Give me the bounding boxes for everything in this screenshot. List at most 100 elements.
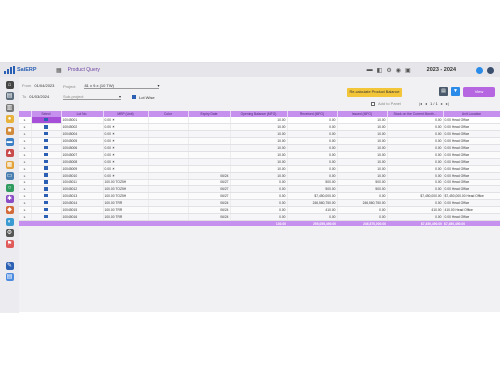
to-date-input[interactable]: 01/03/2024 (29, 94, 49, 99)
lot-wise-checkbox[interactable] (132, 95, 136, 99)
settings-icon[interactable]: ⚙ (386, 67, 391, 74)
check-icon[interactable] (44, 173, 48, 177)
report-icon[interactable]: ◆ (5, 206, 14, 215)
prev-page-icon[interactable]: ◂ (425, 101, 427, 106)
brand-logo[interactable]: SaiERP (0, 63, 50, 77)
select-checkbox[interactable] (31, 130, 62, 139)
table-row[interactable]: ▸ 10045008 0.00 ☀ 10.00 0.00 10.00 0.00 0.00 He… (19, 158, 500, 166)
expand-icon[interactable]: ▸ (19, 130, 32, 139)
chevron-right-icon[interactable]: ▸ (24, 153, 26, 157)
expand-icon[interactable]: ▸ (19, 185, 32, 194)
chevron-right-icon[interactable]: ▸ (24, 146, 26, 150)
select-checkbox[interactable] (31, 165, 62, 173)
filter-icon[interactable]: ▼ (451, 87, 460, 96)
gear-icon[interactable]: ✱ (5, 194, 14, 203)
select-checkbox[interactable] (31, 158, 62, 166)
sub-project-select[interactable]: Sub-project ▾ (63, 94, 121, 100)
table-row[interactable]: ▸ 10045016 100.00 TRR 06/24 0.00 0.00 0.00 0.00… (19, 213, 500, 221)
check-icon[interactable] (44, 117, 48, 122)
check-icon[interactable] (44, 200, 48, 205)
chevron-right-icon[interactable]: ▸ (24, 187, 26, 191)
doc-icon[interactable]: ▤ (5, 273, 14, 282)
view-button[interactable]: View (463, 87, 495, 97)
expand-icon[interactable]: ▸ (19, 158, 32, 166)
project-select[interactable]: 81 x 9.x (10 TW) ▾ (84, 83, 160, 89)
help-icon[interactable] (476, 66, 483, 74)
table-row[interactable]: ▸ 10045005 0.00 ☀ 10.00 0.00 10.00 0.00 0.00 He… (19, 137, 500, 146)
expand-icon[interactable]: ▸ (19, 199, 32, 208)
table-row[interactable]: ▸ 10045015 100.00 TRR 06/24 0.00 410.00 0.00 41… (19, 206, 500, 214)
chevron-right-icon[interactable]: ▸ (24, 118, 26, 122)
select-checkbox[interactable] (31, 206, 62, 214)
table-row[interactable]: ▸ 10045001 0.00 ☀ 10.00 0.00 10.00 0.00 0.00 He… (19, 117, 500, 125)
expand-icon[interactable]: ▸ (19, 165, 32, 173)
truck-icon[interactable]: ▭ (5, 172, 14, 181)
chevron-right-icon[interactable]: ▸ (24, 180, 26, 184)
table-row[interactable]: ▸ 10045010 0.00 ☀ 06/24 10.00 0.00 10.00 0.00 0.… (19, 172, 500, 180)
menu-grid-icon[interactable]: ▦ (56, 67, 62, 74)
user-circle-icon[interactable]: ◉ (396, 67, 401, 74)
select-checkbox[interactable] (31, 151, 62, 159)
table-row[interactable]: ▸ 10045009 0.00 ☀ 10.00 0.00 10.00 0.00 0.00 He… (19, 165, 500, 173)
home-icon[interactable]: ⌂ (5, 81, 14, 89)
chevron-right-icon[interactable]: ▸ (24, 194, 26, 198)
check-icon[interactable] (44, 166, 48, 170)
check-icon[interactable] (44, 131, 48, 136)
expand-icon[interactable]: ▸ (19, 137, 32, 146)
check-icon[interactable] (44, 125, 48, 129)
table-row[interactable]: ▸ 10045002 0.00 ☀ 10.00 0.00 10.00 0.00 0.00 He… (19, 123, 500, 132)
settings-icon[interactable]: ⚙ (5, 229, 14, 238)
expand-icon[interactable]: ▸ (19, 151, 32, 159)
layers-icon[interactable]: ◧ (377, 67, 383, 74)
chevron-right-icon[interactable]: ▸ (24, 125, 26, 129)
table-row[interactable]: ▸ 10045006 0.00 ☀ 10.00 0.00 10.00 0.00 0.00 He… (19, 144, 500, 152)
bank-icon[interactable]: ▥ (5, 103, 14, 112)
select-checkbox[interactable] (31, 144, 62, 152)
building-icon[interactable]: ▤ (5, 92, 14, 101)
expand-icon[interactable]: ▸ (19, 144, 32, 152)
table-row[interactable]: ▸ 10045011 100.00 TOZ5H 06/27 0.00 500.00 500.… (19, 179, 500, 187)
select-checkbox[interactable] (31, 192, 62, 201)
flag-icon[interactable]: ⚑ (5, 240, 14, 249)
tools-icon[interactable]: ✎ (5, 261, 14, 270)
select-checkbox[interactable] (31, 213, 62, 221)
expand-icon[interactable]: ▸ (19, 179, 32, 187)
chevron-right-icon[interactable]: ▸ (24, 139, 26, 143)
chevron-right-icon[interactable]: ▸ (24, 208, 26, 212)
chevron-right-icon[interactable]: ▸ (24, 201, 26, 205)
truck-icon[interactable]: ▬ (367, 67, 373, 73)
check-icon[interactable] (44, 180, 48, 184)
coins-icon[interactable]: ● (5, 115, 14, 124)
check-icon[interactable] (44, 187, 48, 191)
check-icon[interactable] (44, 214, 48, 219)
calendar-icon[interactable]: ▣ (405, 67, 411, 74)
last-page-icon[interactable]: ▸| (446, 101, 449, 106)
from-date-input[interactable]: 01/04/2023 (34, 83, 54, 88)
check-icon[interactable] (44, 152, 48, 157)
chevron-right-icon[interactable]: ▸ (24, 215, 26, 219)
chart-icon[interactable]: ▲ (5, 149, 14, 158)
calendar-icon[interactable]: ▦ (5, 160, 14, 169)
check-icon[interactable] (44, 138, 48, 143)
table-row[interactable]: ▸ 10045014 100.00 TRR 06/24 0.00 246,560,750.… (19, 199, 500, 208)
fiscal-year[interactable]: 2023 - 2024 (427, 67, 456, 73)
folder-icon[interactable]: ▬ (5, 137, 14, 146)
check-icon[interactable] (44, 145, 48, 150)
select-checkbox[interactable] (31, 137, 62, 146)
search-icon[interactable]: ○ (5, 183, 14, 192)
check-icon[interactable] (44, 207, 48, 212)
check-icon[interactable] (44, 193, 48, 198)
add-to-panel-checkbox[interactable] (371, 101, 375, 106)
select-checkbox[interactable] (31, 199, 62, 208)
select-checkbox[interactable] (31, 179, 62, 187)
table-row[interactable]: ▸ 10045012 100.00 TOZ5H 06/27 0.00 500.00 500.… (19, 185, 500, 194)
chevron-right-icon[interactable]: ▸ (24, 160, 26, 164)
check-icon[interactable] (44, 159, 48, 164)
expand-icon[interactable]: ▸ (19, 117, 32, 125)
expand-icon[interactable]: ▸ (19, 192, 32, 201)
select-checkbox[interactable] (31, 185, 62, 194)
next-page-icon[interactable]: ▸ (441, 101, 443, 106)
recalculate-button[interactable]: Re-calculate Product Balance (347, 88, 402, 97)
expand-icon[interactable]: ▸ (19, 213, 32, 221)
expand-icon[interactable]: ▸ (19, 206, 32, 214)
